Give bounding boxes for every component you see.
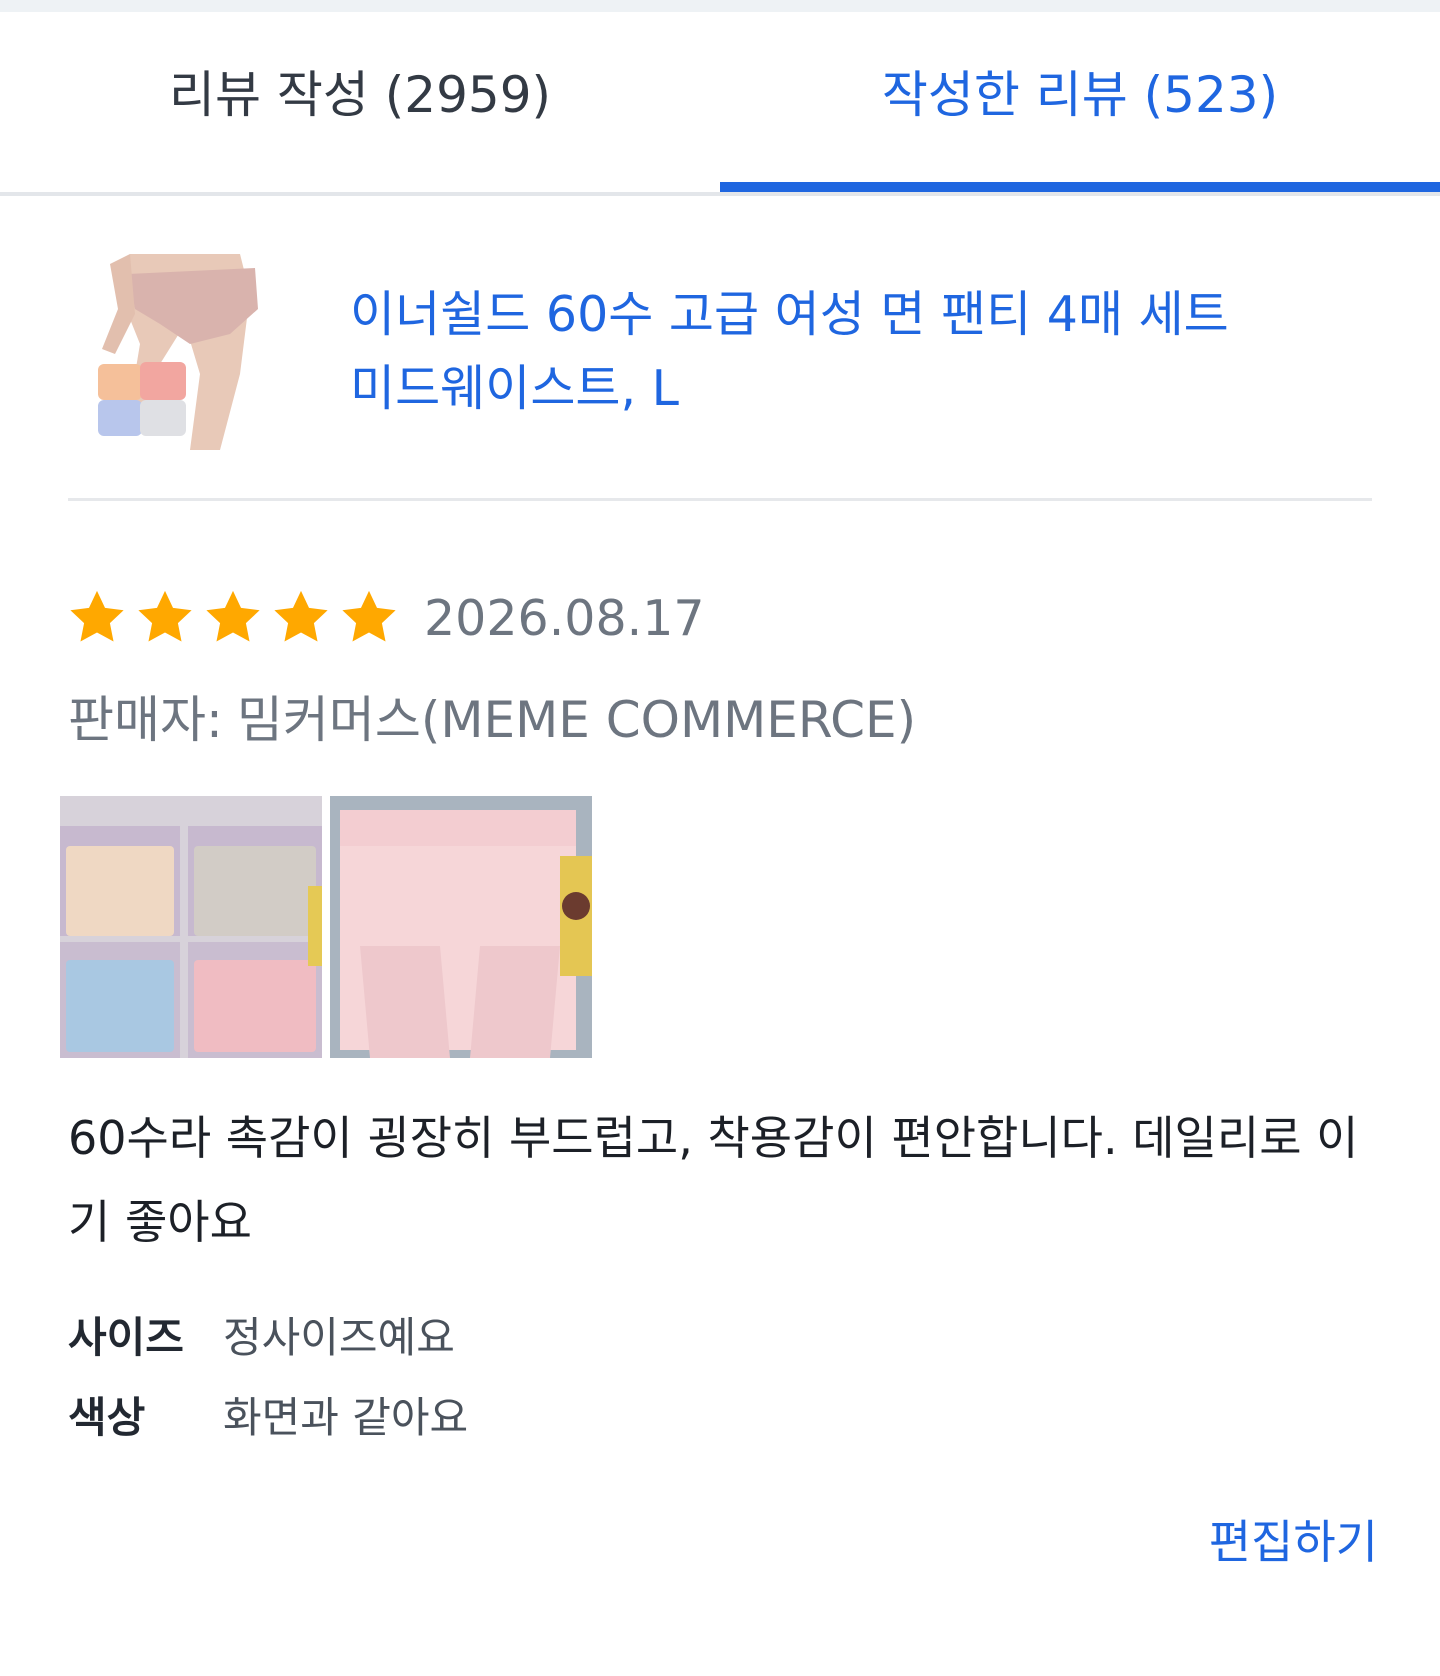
attribute-size: 사이즈 정사이즈예요 bbox=[68, 1302, 455, 1366]
star-icon bbox=[206, 590, 260, 642]
product-thumbnail[interactable] bbox=[90, 254, 280, 450]
active-tab-indicator bbox=[720, 182, 1440, 192]
star-icon bbox=[342, 590, 396, 642]
review-date: 2026.08.17 bbox=[424, 589, 705, 647]
product-name[interactable]: 이너쉴드 60수 고급 여성 면 팬티 4매 세트 미드웨이스트, L bbox=[350, 278, 1330, 426]
review-photo-2[interactable] bbox=[330, 796, 592, 1058]
attribute-size-value: 정사이즈예요 bbox=[223, 1312, 455, 1362]
edit-review-button[interactable]: 편집하기 bbox=[1209, 1506, 1378, 1572]
tab-write-review-label: 리뷰 작성 (2959) bbox=[168, 66, 552, 124]
product-card: 이너쉴드 60수 고급 여성 면 팬티 4매 세트 미드웨이스트, L bbox=[68, 246, 1372, 504]
star-icon bbox=[70, 590, 124, 642]
attribute-color: 색상 화면과 같아요 bbox=[68, 1382, 468, 1446]
rating-row: 2026.08.17 bbox=[66, 586, 705, 650]
attribute-color-label: 색상 bbox=[68, 1392, 146, 1442]
review-photo-1[interactable] bbox=[60, 796, 322, 1058]
review-tabs: 리뷰 작성 (2959) 작성한 리뷰 (523) bbox=[0, 12, 1440, 196]
seller-info: 판매자: 밈커머스(MEME COMMERCE) bbox=[68, 680, 916, 752]
attribute-color-value: 화면과 같아요 bbox=[223, 1392, 469, 1442]
product-name-line-2: 미드웨이스트, L bbox=[350, 360, 679, 417]
star-icon bbox=[274, 590, 328, 642]
tab-written-reviews[interactable]: 작성한 리뷰 (523) bbox=[720, 12, 1440, 192]
product-name-line-1: 이너쉴드 60수 고급 여성 면 팬티 4매 세트 bbox=[350, 286, 1229, 343]
review-photos bbox=[60, 796, 592, 1058]
star-icon bbox=[138, 590, 192, 642]
seller-label: 판매자: bbox=[68, 691, 223, 749]
tab-write-review[interactable]: 리뷰 작성 (2959) bbox=[0, 12, 720, 192]
attribute-size-label: 사이즈 bbox=[68, 1312, 184, 1362]
top-strip bbox=[0, 0, 1440, 12]
star-rating bbox=[66, 587, 406, 649]
section-divider bbox=[68, 498, 1372, 501]
review-text: 60수라 촉감이 굉장히 부드럽고, 착용감이 편안합니다. 데일리로 이기 좋… bbox=[68, 1111, 1359, 1249]
tab-written-reviews-label: 작성한 리뷰 (523) bbox=[881, 66, 1279, 124]
seller-name: 밈커머스(MEME COMMERCE) bbox=[236, 691, 917, 749]
